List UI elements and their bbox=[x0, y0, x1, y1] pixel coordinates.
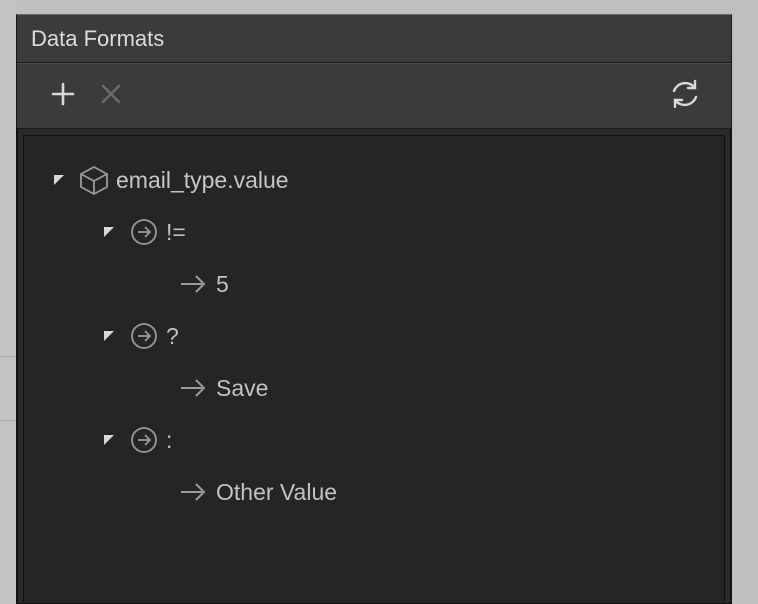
panel-title: Data Formats bbox=[17, 15, 731, 63]
tree-row-operator[interactable]: ? bbox=[24, 310, 724, 362]
arrow-circle-right-icon bbox=[122, 425, 166, 455]
left-gutter bbox=[0, 0, 16, 604]
expand-toggle-icon[interactable] bbox=[46, 173, 72, 187]
tree-label: != bbox=[166, 219, 186, 246]
refresh-button[interactable] bbox=[661, 72, 709, 120]
tree-label: 5 bbox=[216, 271, 229, 298]
delete-button[interactable] bbox=[87, 72, 135, 120]
tree-row-operator[interactable]: : bbox=[24, 414, 724, 466]
expand-toggle-icon[interactable] bbox=[96, 433, 122, 447]
arrow-right-icon bbox=[172, 271, 216, 297]
tree-label: Save bbox=[216, 375, 268, 402]
tree-row-operator[interactable]: != bbox=[24, 206, 724, 258]
tree-row-root[interactable]: email_type.value bbox=[24, 154, 724, 206]
cube-icon bbox=[72, 163, 116, 197]
toolbar bbox=[17, 63, 731, 129]
refresh-icon bbox=[669, 78, 701, 115]
arrow-circle-right-icon bbox=[122, 217, 166, 247]
tree-row-value[interactable]: Save bbox=[24, 362, 724, 414]
tree-label: : bbox=[166, 427, 172, 454]
data-formats-panel: Data Formats bbox=[16, 14, 732, 604]
arrow-right-icon bbox=[172, 479, 216, 505]
plus-icon bbox=[49, 80, 77, 113]
tree-view[interactable]: email_type.value != bbox=[23, 135, 725, 604]
tree-label: email_type.value bbox=[116, 167, 289, 194]
expand-toggle-icon[interactable] bbox=[96, 329, 122, 343]
tree-label: Other Value bbox=[216, 479, 337, 506]
tree-row-value[interactable]: 5 bbox=[24, 258, 724, 310]
expand-toggle-icon[interactable] bbox=[96, 225, 122, 239]
add-button[interactable] bbox=[39, 72, 87, 120]
close-icon bbox=[98, 81, 124, 112]
tree-row-value[interactable]: Other Value bbox=[24, 466, 724, 518]
arrow-circle-right-icon bbox=[122, 321, 166, 351]
tree-label: ? bbox=[166, 323, 179, 350]
panel-title-text: Data Formats bbox=[31, 26, 164, 51]
arrow-right-icon bbox=[172, 375, 216, 401]
